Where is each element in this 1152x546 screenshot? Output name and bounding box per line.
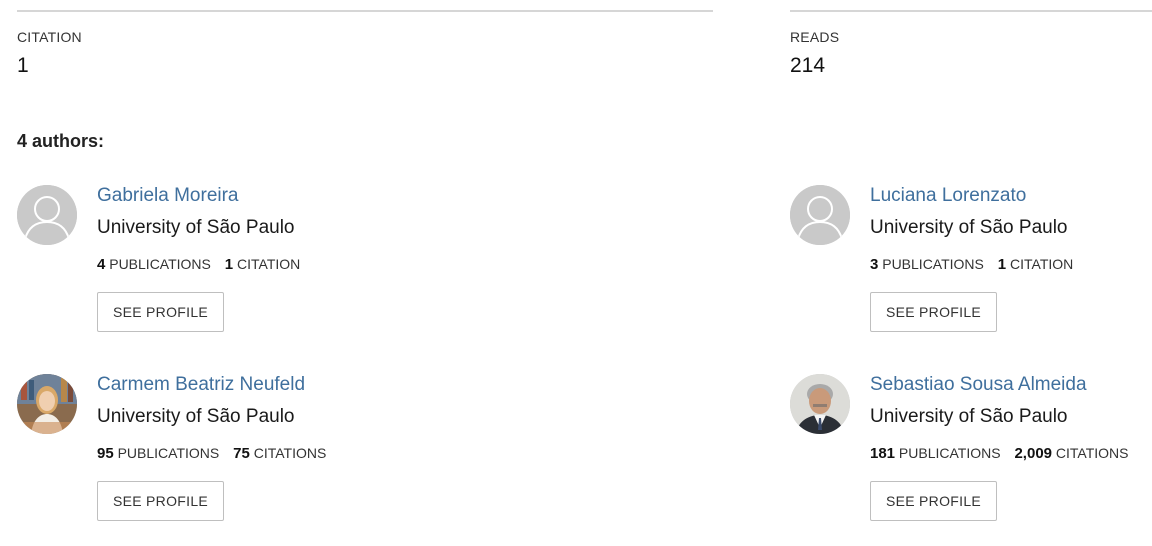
see-profile-button[interactable]: SEE PROFILE <box>97 292 224 332</box>
publications-count: 4 <box>97 256 106 273</box>
divider-left <box>17 10 713 12</box>
author-name-link[interactable]: Luciana Lorenzato <box>870 185 1026 207</box>
publications-count: 181 <box>870 445 896 462</box>
see-profile-button[interactable]: SEE PROFILE <box>870 481 997 521</box>
author-stats: 4 PUBLICATIONS 1 CITATION <box>97 256 300 273</box>
author-name-link[interactable]: Gabriela Moreira <box>97 185 239 207</box>
author-name-link[interactable]: Carmem Beatriz Neufeld <box>97 374 305 396</box>
citation-label: CITATION <box>17 29 82 45</box>
citations-label: CITATIONS <box>253 445 327 461</box>
publications-count: 95 <box>97 445 114 462</box>
author-card: Gabriela Moreira University of São Paulo… <box>17 185 577 345</box>
publications-count: 3 <box>870 256 879 273</box>
publications-label: PUBLICATIONS <box>898 445 1001 461</box>
author-stats: 181 PUBLICATIONS 2,009 CITATIONS <box>870 445 1129 462</box>
citations-count: 1 <box>224 256 234 273</box>
citations-count: 1 <box>997 256 1007 273</box>
citations-count: 75 <box>233 445 250 462</box>
citations-count: 2,009 <box>1014 445 1053 462</box>
author-stats: 3 PUBLICATIONS 1 CITATION <box>870 256 1073 273</box>
citations-label: CITATIONS <box>1055 445 1129 461</box>
author-institution: University of São Paulo <box>870 217 1068 238</box>
publications-label: PUBLICATIONS <box>117 445 220 461</box>
see-profile-button[interactable]: SEE PROFILE <box>870 292 997 332</box>
divider-right <box>790 10 1152 12</box>
author-institution: University of São Paulo <box>97 217 295 238</box>
citations-label: CITATION <box>1010 256 1074 272</box>
author-institution: University of São Paulo <box>97 406 295 427</box>
author-photo[interactable] <box>17 374 77 434</box>
author-name-link[interactable]: Sebastiao Sousa Almeida <box>870 374 1087 396</box>
placeholder-avatar-icon[interactable] <box>17 185 77 245</box>
author-card: Carmem Beatriz Neufeld University of São… <box>17 374 577 534</box>
placeholder-avatar-icon[interactable] <box>790 185 850 245</box>
reads-label: READS <box>790 29 840 45</box>
citations-label: CITATION <box>237 256 301 272</box>
author-photo[interactable] <box>790 374 850 434</box>
citation-count: 1 <box>17 54 29 77</box>
author-card: Sebastiao Sousa Almeida University of Sã… <box>790 374 1152 534</box>
author-institution: University of São Paulo <box>870 406 1068 427</box>
reads-count: 214 <box>790 54 826 77</box>
see-profile-button[interactable]: SEE PROFILE <box>97 481 224 521</box>
publications-label: PUBLICATIONS <box>109 256 211 272</box>
publications-label: PUBLICATIONS <box>882 256 984 272</box>
authors-heading: 4 authors: <box>17 131 105 151</box>
author-stats: 95 PUBLICATIONS 75 CITATIONS <box>97 445 326 462</box>
author-card: Luciana Lorenzato University of São Paul… <box>790 185 1152 345</box>
